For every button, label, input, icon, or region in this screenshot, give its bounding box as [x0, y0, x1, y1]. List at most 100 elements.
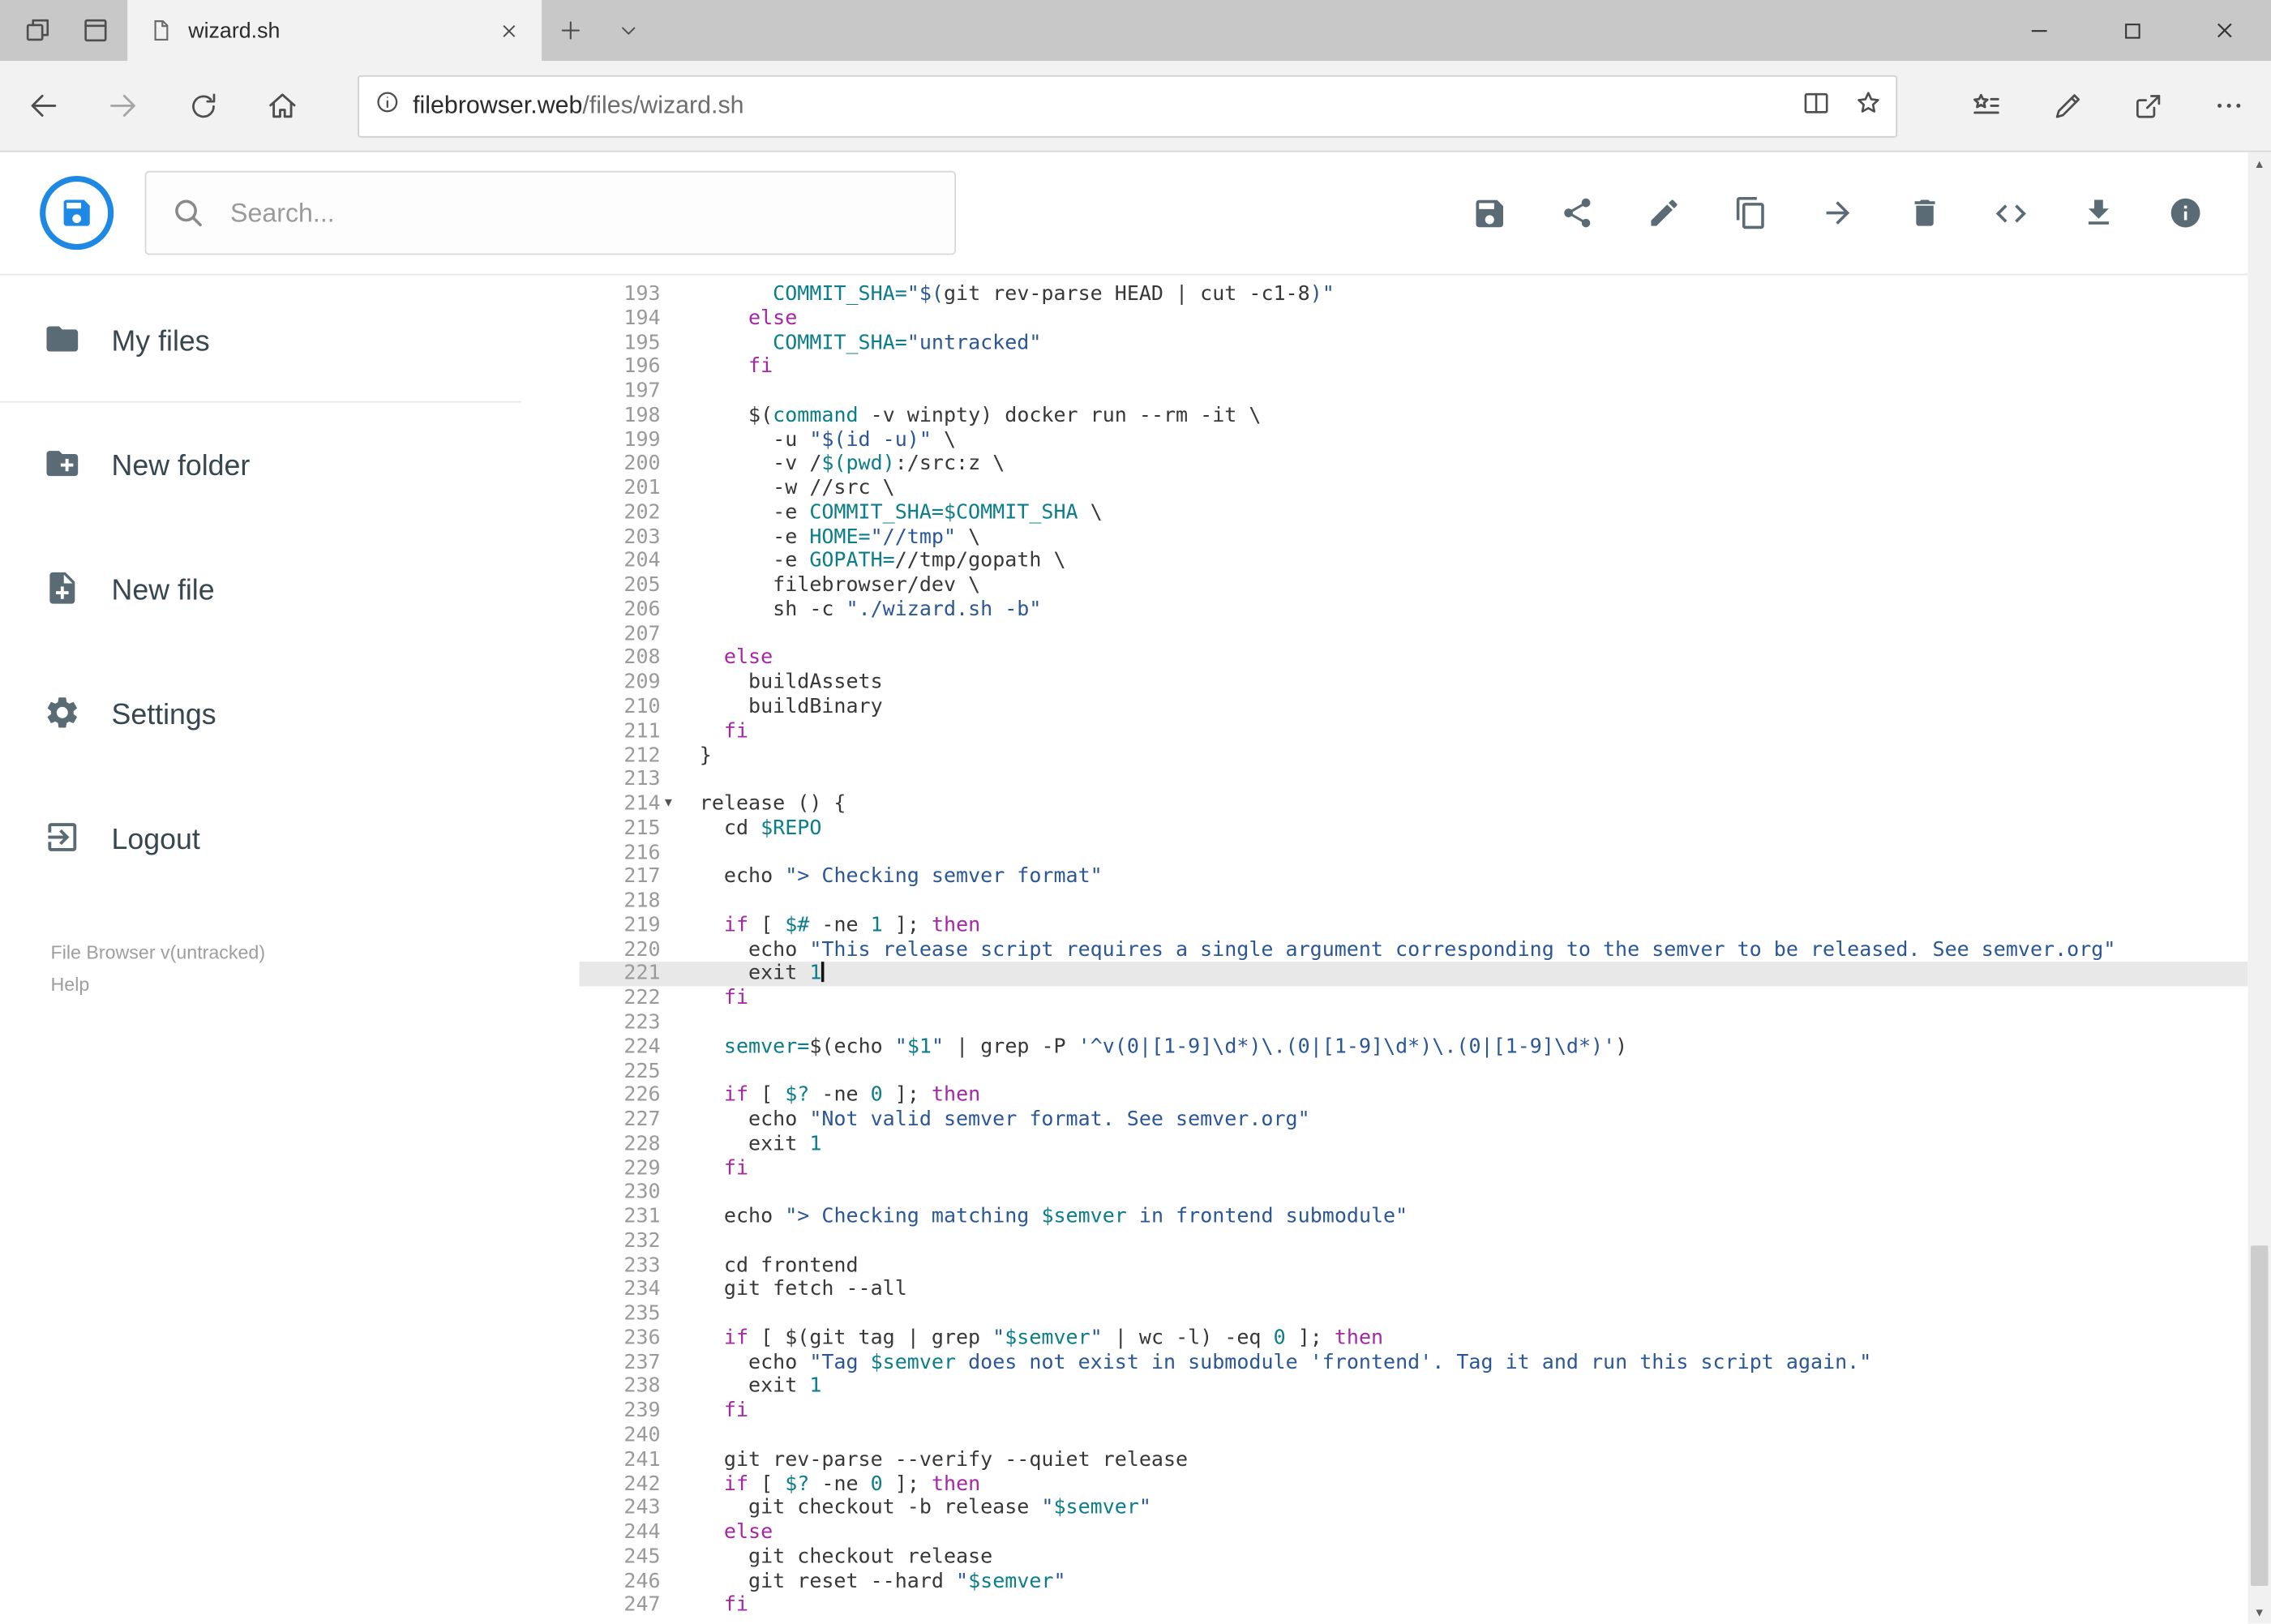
- help-link[interactable]: Help: [51, 973, 580, 995]
- new-tab-button[interactable]: [542, 0, 599, 61]
- code-line-242[interactable]: 242 if [ $? -ne 0 ]; then: [580, 1472, 2248, 1497]
- code-line-209[interactable]: 209 buildAssets: [580, 671, 2248, 696]
- code-line-238[interactable]: 238 exit 1: [580, 1375, 2248, 1399]
- hub-button[interactable]: [1954, 74, 2018, 138]
- code-line-245[interactable]: 245 git checkout release: [580, 1545, 2248, 1570]
- code-line-218[interactable]: 218: [580, 889, 2248, 914]
- code-line-197[interactable]: 197: [580, 379, 2248, 404]
- minimize-button[interactable]: [1993, 0, 2085, 61]
- save-button[interactable]: [1472, 195, 1508, 231]
- code-line-193[interactable]: 193 COMMIT_SHA="$(git rev-parse HEAD | c…: [580, 282, 2248, 306]
- copy-button[interactable]: [1732, 195, 1768, 231]
- code-line-204[interactable]: 204 -e GOPATH=//tmp/gopath \: [580, 550, 2248, 574]
- close-tab-icon[interactable]: [492, 15, 524, 46]
- code-line-194[interactable]: 194 else: [580, 306, 2248, 331]
- code-line-202[interactable]: 202 -e COMMIT_SHA=$COMMIT_SHA \: [580, 501, 2248, 525]
- code-line-243[interactable]: 243 git checkout -b release "$semver": [580, 1497, 2248, 1521]
- code-view-button[interactable]: [1993, 195, 2029, 231]
- scroll-up-icon[interactable]: ▲: [2247, 152, 2271, 176]
- code-line-247[interactable]: 247 fi: [580, 1594, 2248, 1618]
- code-line-224[interactable]: 224 semver=$(echo "$1" | grep -P '^v(0|[…: [580, 1035, 2248, 1060]
- code-line-205[interactable]: 205 filebrowser/dev \: [580, 574, 2248, 598]
- code-line-244[interactable]: 244 else: [580, 1521, 2248, 1545]
- code-line-198[interactable]: 198 $(command -v winpty) docker run --rm…: [580, 404, 2248, 428]
- info-button[interactable]: [2166, 195, 2203, 231]
- code-line-225[interactable]: 225: [580, 1060, 2248, 1084]
- code-line-219[interactable]: 219 if [ $# -ne 1 ]; then: [580, 914, 2248, 938]
- code-line-207[interactable]: 207: [580, 623, 2248, 647]
- page-scrollbar[interactable]: ▲ ▼: [2247, 152, 2271, 1624]
- sidebar-item-new-folder[interactable]: New folder: [0, 431, 580, 501]
- code-line-195[interactable]: 195 COMMIT_SHA="untracked": [580, 331, 2248, 355]
- fold-gutter: [661, 1570, 700, 1594]
- code-line-216[interactable]: 216: [580, 841, 2248, 865]
- code-line-199[interactable]: 199 -u "$(id -u)" \: [580, 428, 2248, 452]
- code-line-208[interactable]: 208 else: [580, 647, 2248, 671]
- code-line-210[interactable]: 210 buildBinary: [580, 695, 2248, 719]
- code-line-201[interactable]: 201 -w //src \: [580, 477, 2248, 501]
- code-line-226[interactable]: 226 if [ $? -ne 0 ]; then: [580, 1084, 2248, 1108]
- show-set-aside-tabs-button[interactable]: [66, 0, 124, 61]
- code-line-234[interactable]: 234 git fetch --all: [580, 1278, 2248, 1302]
- refresh-button[interactable]: [171, 74, 235, 138]
- code-line-222[interactable]: 222 fi: [580, 987, 2248, 1011]
- code-line-246[interactable]: 246 git reset --hard "$semver": [580, 1570, 2248, 1594]
- sidebar-item-new-file[interactable]: New file: [0, 556, 580, 626]
- back-button[interactable]: [11, 74, 75, 138]
- code-line-213[interactable]: 213: [580, 768, 2248, 792]
- code-line-228[interactable]: 228 exit 1: [580, 1133, 2248, 1157]
- code-line-233[interactable]: 233 cd frontend: [580, 1253, 2248, 1278]
- code-line-214[interactable]: 214 ▾ release () {: [580, 792, 2248, 816]
- sidebar-item-logout[interactable]: Logout: [0, 805, 580, 875]
- reading-view-button[interactable]: [1800, 86, 1832, 125]
- code-line-212[interactable]: 212}: [580, 743, 2248, 768]
- code-line-221[interactable]: 221 exit 1: [579, 962, 2248, 987]
- code-line-229[interactable]: 229 fi: [580, 1157, 2248, 1181]
- share-button[interactable]: [2116, 74, 2180, 138]
- close-window-button[interactable]: [2179, 0, 2271, 61]
- code-area[interactable]: 193 COMMIT_SHA="$(git rev-parse HEAD | c…: [579, 275, 2248, 1623]
- code-line-231[interactable]: 231 echo "> Checking matching $semver in…: [580, 1205, 2248, 1229]
- forward-button[interactable]: [92, 74, 156, 138]
- maximize-button[interactable]: [2085, 0, 2178, 61]
- search-input[interactable]: [144, 170, 956, 255]
- sidebar-item-my-files[interactable]: My files: [0, 307, 580, 377]
- code-line-240[interactable]: 240: [580, 1424, 2248, 1448]
- code-line-206[interactable]: 206 sh -c "./wizard.sh -b": [580, 598, 2248, 623]
- fold-marker-icon[interactable]: ▾: [661, 792, 700, 816]
- code-line-235[interactable]: 235: [580, 1302, 2248, 1326]
- code-line-241[interactable]: 241 git rev-parse --verify --quiet relea…: [580, 1448, 2248, 1472]
- code-line-203[interactable]: 203 -e HOME="//tmp" \: [580, 525, 2248, 550]
- code-line-220[interactable]: 220 echo "This release script requires a…: [580, 938, 2248, 962]
- scrollbar-thumb[interactable]: [2250, 1245, 2269, 1587]
- more-button[interactable]: [2197, 74, 2261, 138]
- set-aside-tabs-button[interactable]: [9, 0, 66, 61]
- tab-dropdown-button[interactable]: [600, 0, 658, 61]
- code-line-196[interactable]: 196 fi: [580, 355, 2248, 379]
- page-info-icon[interactable]: [374, 88, 401, 123]
- favorite-star-button[interactable]: [1853, 86, 1884, 125]
- sidebar-item-settings[interactable]: Settings: [0, 681, 580, 751]
- code-line-227[interactable]: 227 echo "Not valid semver format. See s…: [580, 1108, 2248, 1133]
- code-line-217[interactable]: 217 echo "> Checking semver format": [580, 865, 2248, 889]
- scroll-down-icon[interactable]: ▼: [2247, 1600, 2271, 1624]
- download-button[interactable]: [2080, 195, 2116, 231]
- code-line-230[interactable]: 230: [580, 1181, 2248, 1205]
- home-button[interactable]: [251, 74, 315, 138]
- code-line-236[interactable]: 236 if [ $(git tag | grep "$semver" | wc…: [580, 1326, 2248, 1351]
- code-line-237[interactable]: 237 echo "Tag $semver does not exist in …: [580, 1351, 2248, 1375]
- active-tab[interactable]: wizard.sh: [127, 0, 542, 62]
- code-line-200[interactable]: 200 -v /$(pwd):/src:z \: [580, 452, 2248, 477]
- code-line-215[interactable]: 215 cd $REPO: [580, 816, 2248, 841]
- code-line-239[interactable]: 239 fi: [580, 1399, 2248, 1424]
- web-note-button[interactable]: [2035, 74, 2099, 138]
- move-button[interactable]: [1819, 195, 1856, 231]
- code-line-211[interactable]: 211 fi: [580, 719, 2248, 743]
- share-file-button[interactable]: [1558, 195, 1595, 231]
- address-bar[interactable]: filebrowser.web/files/wizard.sh: [358, 74, 1898, 137]
- code-line-223[interactable]: 223: [580, 1011, 2248, 1035]
- filebrowser-logo[interactable]: [39, 175, 114, 251]
- rename-button[interactable]: [1645, 195, 1682, 231]
- delete-button[interactable]: [1906, 195, 1943, 231]
- code-line-232[interactable]: 232: [580, 1229, 2248, 1253]
